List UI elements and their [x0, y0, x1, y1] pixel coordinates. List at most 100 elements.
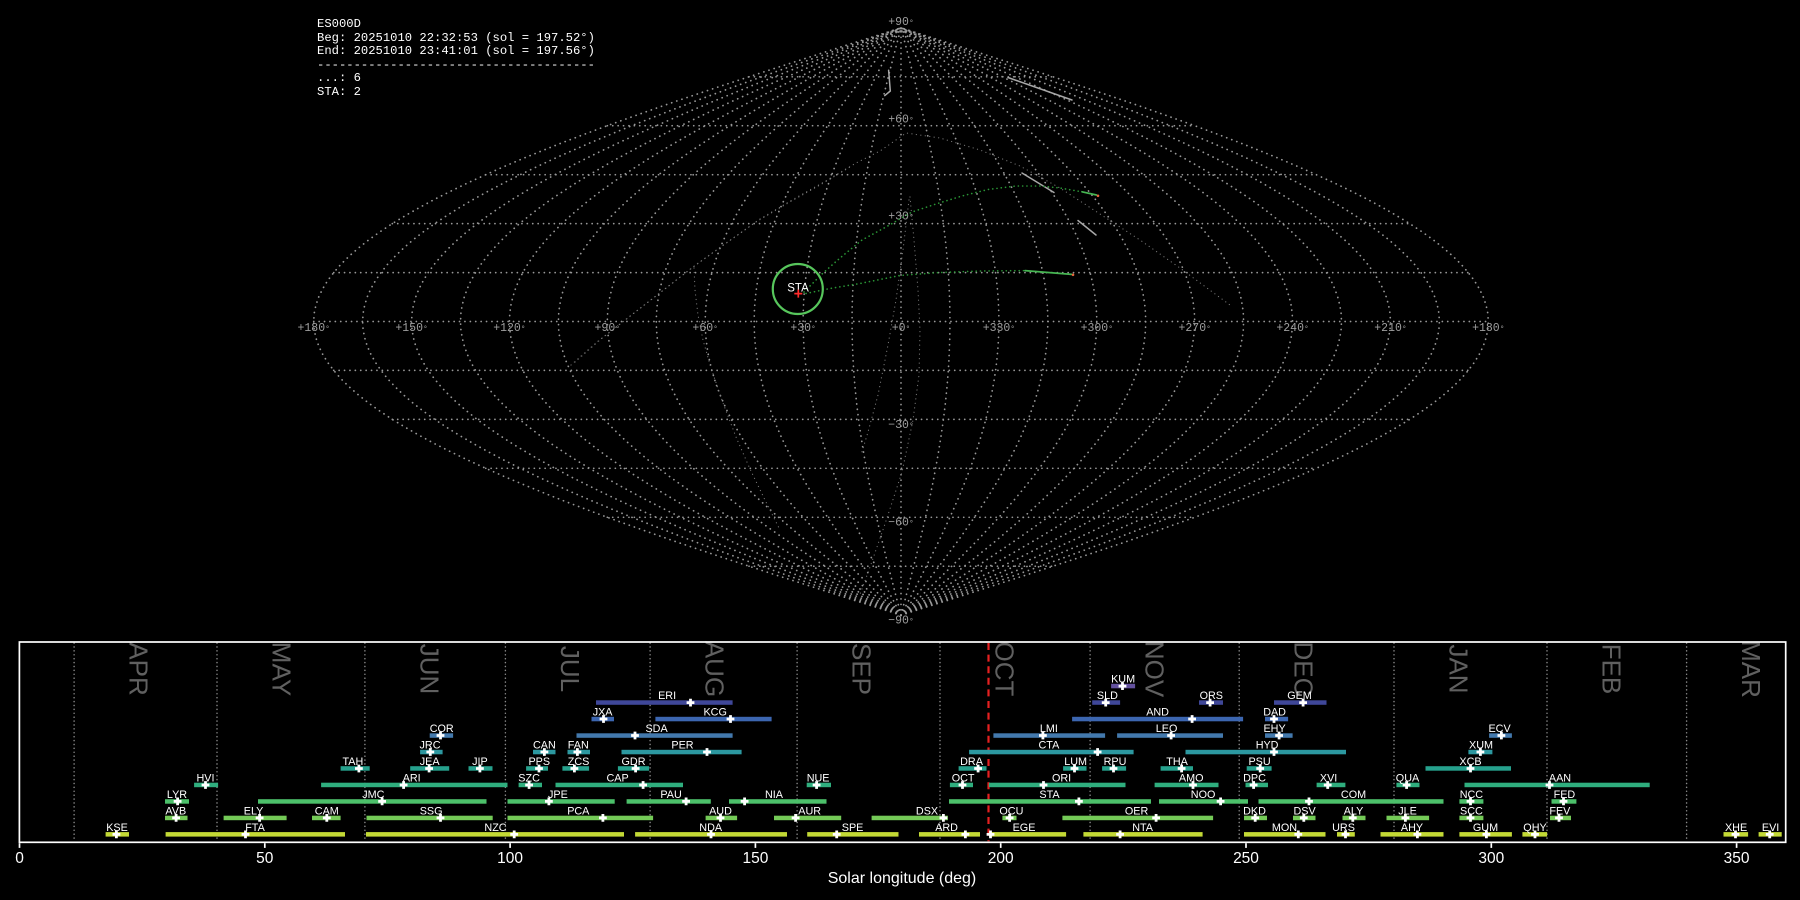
- svg-text:100: 100: [497, 850, 523, 867]
- svg-text:+30°: +30°: [790, 322, 816, 335]
- svg-text:LYR: LYR: [167, 789, 187, 801]
- svg-text:−90°: −90°: [888, 614, 914, 627]
- svg-text:JMC: JMC: [362, 789, 384, 801]
- svg-text:+0°: +0°: [892, 322, 911, 335]
- svg-text:+60°: +60°: [692, 322, 718, 335]
- svg-text:JXA: JXA: [593, 706, 614, 718]
- svg-text:DKD: DKD: [1243, 805, 1266, 817]
- svg-text:JIP: JIP: [472, 756, 488, 768]
- svg-text:MON: MON: [1272, 822, 1297, 834]
- svg-text:CAP: CAP: [606, 772, 628, 784]
- svg-text:SEP: SEP: [847, 643, 877, 695]
- svg-text:250: 250: [1233, 850, 1259, 867]
- svg-text:150: 150: [742, 850, 768, 867]
- svg-text:CAM: CAM: [315, 805, 339, 817]
- svg-text:TAH: TAH: [343, 756, 364, 768]
- svg-text:GDR: GDR: [622, 756, 646, 768]
- svg-text:+120°: +120°: [493, 322, 525, 335]
- svg-text:HVI: HVI: [197, 772, 215, 784]
- svg-text:+240°: +240°: [1276, 322, 1308, 335]
- svg-text:MAR: MAR: [1736, 640, 1766, 698]
- svg-text:JPE: JPE: [548, 789, 568, 801]
- svg-text:AUD: AUD: [709, 805, 732, 817]
- svg-text:JAN: JAN: [1444, 644, 1474, 693]
- svg-text:ECV: ECV: [1488, 723, 1511, 735]
- svg-text:LEO: LEO: [1156, 723, 1178, 735]
- svg-text:GEM: GEM: [1287, 690, 1312, 702]
- svg-text:EHY: EHY: [1263, 723, 1285, 735]
- svg-text:ORI: ORI: [1052, 772, 1071, 784]
- svg-text:XUM: XUM: [1469, 739, 1493, 751]
- svg-text:NTA: NTA: [1132, 822, 1154, 834]
- svg-text:KSE: KSE: [106, 822, 128, 834]
- svg-text:SZC: SZC: [518, 772, 540, 784]
- svg-text:AND: AND: [1146, 706, 1169, 718]
- svg-text:FEV: FEV: [1549, 805, 1571, 817]
- svg-text:PSU: PSU: [1248, 756, 1270, 768]
- svg-text:PCA: PCA: [567, 805, 590, 817]
- svg-text:PAU: PAU: [660, 789, 681, 801]
- svg-text:Solar longitude (deg): Solar longitude (deg): [828, 870, 977, 887]
- svg-text:−60°: −60°: [888, 517, 914, 530]
- svg-text:QUA: QUA: [1396, 772, 1420, 784]
- svg-text:NCC: NCC: [1460, 789, 1484, 801]
- svg-text:CAN: CAN: [533, 739, 556, 751]
- svg-text:200: 200: [988, 850, 1014, 867]
- svg-text:OCU: OCU: [999, 805, 1023, 817]
- svg-text:AVB: AVB: [165, 805, 186, 817]
- svg-text:KCG: KCG: [703, 706, 726, 718]
- svg-text:NDA: NDA: [699, 822, 723, 834]
- svg-text:ARD: ARD: [935, 822, 958, 834]
- svg-text:EGE: EGE: [1013, 822, 1036, 834]
- svg-text:MAY: MAY: [267, 642, 297, 696]
- svg-text:LMI: LMI: [1040, 723, 1058, 735]
- svg-text:−30°: −30°: [888, 419, 914, 432]
- svg-text:ORS: ORS: [1200, 690, 1223, 702]
- svg-text:+90°: +90°: [595, 322, 621, 335]
- svg-text:ERI: ERI: [658, 690, 676, 702]
- svg-text:XHE: XHE: [1725, 822, 1747, 834]
- svg-text:350: 350: [1724, 850, 1750, 867]
- svg-text:DPC: DPC: [1243, 772, 1266, 784]
- svg-text:SSG: SSG: [420, 805, 443, 817]
- svg-text:NIA: NIA: [765, 789, 784, 801]
- svg-text:DRA: DRA: [960, 756, 984, 768]
- svg-text:AMO: AMO: [1179, 772, 1204, 784]
- svg-text:PER: PER: [671, 739, 693, 751]
- svg-text:OCT: OCT: [952, 772, 975, 784]
- svg-text:COM: COM: [1341, 789, 1366, 801]
- svg-text:NOO: NOO: [1191, 789, 1216, 801]
- svg-text:AAN: AAN: [1549, 772, 1571, 784]
- svg-text:KUM: KUM: [1111, 674, 1135, 686]
- svg-text:DSV: DSV: [1293, 805, 1316, 817]
- svg-text:NZC: NZC: [484, 822, 506, 834]
- svg-text:COR: COR: [430, 723, 454, 735]
- svg-text:+180°: +180°: [1472, 322, 1504, 335]
- svg-text:STA: STA: [1039, 789, 1060, 801]
- svg-text:NUE: NUE: [807, 772, 830, 784]
- svg-text:ALY: ALY: [1344, 805, 1364, 817]
- svg-text:EVI: EVI: [1762, 822, 1779, 834]
- svg-text:+210°: +210°: [1374, 322, 1406, 335]
- svg-text:+90°: +90°: [888, 16, 914, 29]
- svg-text:AUR: AUR: [798, 805, 821, 817]
- svg-text:APR: APR: [124, 642, 154, 695]
- svg-text:+60°: +60°: [888, 114, 914, 127]
- svg-text:+300°: +300°: [1081, 322, 1113, 335]
- svg-text:JEA: JEA: [420, 756, 441, 768]
- svg-text:OER: OER: [1125, 805, 1149, 817]
- svg-text:+150°: +150°: [395, 322, 427, 335]
- svg-text:SDA: SDA: [645, 723, 668, 735]
- svg-text:FAN: FAN: [568, 739, 589, 751]
- svg-text:QHY: QHY: [1523, 822, 1546, 834]
- svg-text:JUN: JUN: [414, 644, 444, 695]
- svg-text:CTA: CTA: [1039, 739, 1061, 751]
- svg-text:JUL: JUL: [555, 646, 585, 692]
- svg-text:+270°: +270°: [1178, 322, 1210, 335]
- svg-text:LUM: LUM: [1064, 756, 1087, 768]
- svg-text:PPS: PPS: [528, 756, 550, 768]
- svg-text:ARI: ARI: [403, 772, 421, 784]
- svg-text:SLD: SLD: [1097, 690, 1118, 702]
- svg-text:ZCS: ZCS: [568, 756, 590, 768]
- svg-text:0: 0: [15, 850, 24, 867]
